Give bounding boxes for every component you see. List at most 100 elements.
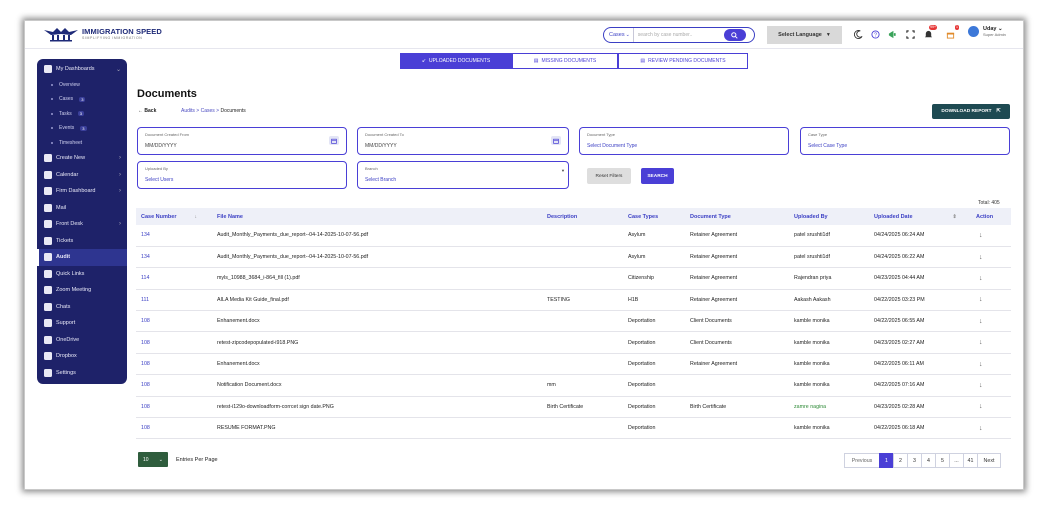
sort-desc-icon[interactable]: ↓	[194, 214, 197, 220]
page-button[interactable]: 4	[921, 453, 936, 468]
created-to-input[interactable]: MM/DD/YYYY	[365, 143, 397, 149]
col-file-name[interactable]: File Name	[212, 208, 542, 225]
download-icon[interactable]: ↓	[976, 232, 983, 239]
download-icon[interactable]: ↓	[976, 318, 983, 325]
sidebar-item-firm-dashboard[interactable]: Firm Dashboard ›	[37, 183, 127, 200]
cell-case-number[interactable]: 134	[136, 246, 212, 269]
download-icon[interactable]: ↓	[976, 425, 983, 432]
col-document-type[interactable]: Document Type	[685, 208, 789, 225]
table-row[interactable]: 108 retest-i129o-downloadform-corrcet sig…	[136, 396, 1011, 419]
cell-case-number[interactable]: 108	[136, 417, 212, 440]
notification-bell-icon[interactable]: 99+	[923, 25, 937, 39]
search-input[interactable]	[633, 32, 722, 38]
table-row[interactable]: 108 Enhanement.docx Deportation Retainer Ag…	[136, 353, 1011, 376]
page-button[interactable]: 1	[879, 453, 894, 468]
table-row[interactable]: 108 Enhanement.docx Deportation Client Docu…	[136, 310, 1011, 333]
next-page-button[interactable]: Next	[977, 453, 1001, 468]
created-to-filter[interactable]: Document Created To MM/DD/YYYY	[357, 127, 569, 155]
sidebar-item-my-dashboards[interactable]: My Dashboards ⌄	[37, 61, 127, 78]
download-icon[interactable]: ↓	[976, 275, 983, 282]
table-row[interactable]: 108 retest-zipcodepopulated-i918.PNG Depor…	[136, 331, 1011, 354]
megaphone-icon[interactable]	[887, 29, 897, 39]
download-icon[interactable]: ↓	[976, 254, 983, 261]
cell-case-number[interactable]: 114	[136, 267, 212, 290]
sidebar-item-audit[interactable]: Audit	[37, 249, 127, 266]
gift-icon[interactable]: 1	[945, 25, 959, 39]
help-icon[interactable]: ?	[870, 29, 880, 39]
search-button[interactable]	[723, 29, 746, 41]
breadcrumb-audits[interactable]: Audits	[181, 108, 195, 114]
branch-filter[interactable]: Branch Select Branch ▼	[357, 161, 569, 189]
download-icon[interactable]: ↓	[976, 296, 983, 303]
page-button[interactable]: 2	[893, 453, 908, 468]
table-row[interactable]: 108 Notification Document.docx mm Deportati…	[136, 374, 1011, 397]
sidebar-sub-tasks[interactable]: Tasks 3	[37, 107, 127, 122]
cell-case-number[interactable]: 108	[136, 331, 212, 354]
moon-icon[interactable]	[853, 29, 863, 39]
sidebar-sub-cases[interactable]: Cases 3	[37, 92, 127, 107]
tab-review-pending-documents[interactable]: ▤ REVIEW PENDING DOCUMENTS	[618, 53, 748, 69]
cell-case-number[interactable]: 108	[136, 310, 212, 333]
sidebar-item-front-desk[interactable]: Front Desk ›	[37, 216, 127, 233]
calendar-icon[interactable]	[329, 136, 339, 145]
sidebar-sub-timesheet[interactable]: Timesheet	[37, 136, 127, 151]
sidebar-item-quick-links[interactable]: Quick Links	[37, 266, 127, 283]
table-row[interactable]: 134 Audit_Monthly_Payments_due_report--04…	[136, 246, 1011, 269]
col-description[interactable]: Description	[542, 208, 623, 225]
col-uploaded-date[interactable]: Uploaded Date ⇕	[869, 208, 971, 225]
cell-case-number[interactable]: 108	[136, 374, 212, 397]
sidebar-item-tickets[interactable]: Tickets	[37, 233, 127, 250]
created-from-input[interactable]: MM/DD/YYYY	[145, 143, 177, 149]
sort-icon[interactable]: ⇕	[953, 214, 957, 220]
case-type-filter[interactable]: Case Type Select Case Type	[800, 127, 1010, 155]
tab-missing-documents[interactable]: ▤ MISSING DOCUMENTS	[512, 53, 618, 69]
per-page-select[interactable]: 10 ⌄	[138, 452, 168, 467]
sidebar-item-zoom-meeting[interactable]: Zoom Meeting	[37, 282, 127, 299]
sidebar-sub-overview[interactable]: Overview	[37, 78, 127, 93]
reset-filters-button[interactable]: Reset Filters	[587, 168, 631, 184]
cell-case-number[interactable]: 108	[136, 396, 212, 419]
document-type-select[interactable]: Select Document Type	[587, 143, 637, 149]
sidebar-item-mail[interactable]: Mail	[37, 200, 127, 217]
page-button[interactable]: 41	[963, 453, 978, 468]
page-button[interactable]: 5	[935, 453, 950, 468]
prev-page-button[interactable]: Previous	[844, 453, 880, 468]
brand-logo[interactable]: IMMIGRATION SPEED SIMPLIFYING IMMIGRATIO…	[43, 26, 162, 42]
col-case-types[interactable]: Case Types	[623, 208, 685, 225]
sidebar-item-onedrive[interactable]: OneDrive	[37, 332, 127, 349]
cell-case-number[interactable]: 111	[136, 289, 212, 312]
sidebar-item-create-new[interactable]: Create New ›	[37, 150, 127, 167]
branch-select[interactable]: Select Branch	[365, 177, 396, 183]
sidebar-item-calendar[interactable]: Calendar ›	[37, 167, 127, 184]
case-type-select[interactable]: Select Case Type	[808, 143, 847, 149]
cell-case-number[interactable]: 108	[136, 353, 212, 376]
download-icon[interactable]: ↓	[976, 403, 983, 410]
table-row[interactable]: 108 RESUME FORMAT.PNG Deportation kamble mo…	[136, 417, 1011, 440]
uploaded-by-select[interactable]: Select Users	[145, 177, 173, 183]
page-button[interactable]: 3	[907, 453, 922, 468]
tab-uploaded-documents[interactable]: ↙ UPLOADED DOCUMENTS	[400, 53, 512, 69]
sidebar-item-chats[interactable]: Chats	[37, 299, 127, 316]
download-icon[interactable]: ↓	[976, 382, 983, 389]
sidebar-item-settings[interactable]: Settings	[37, 365, 127, 382]
search-scope-select[interactable]: Cases ⌄	[604, 28, 634, 42]
table-row[interactable]: 134 Audit_Monthly_Payments_due_report--04…	[136, 225, 1011, 247]
calendar-icon[interactable]	[551, 136, 561, 145]
created-from-filter[interactable]: Document Created From MM/DD/YYYY	[137, 127, 347, 155]
uploaded-by-filter[interactable]: Uploaded By Select Users	[137, 161, 347, 189]
fullscreen-icon[interactable]	[905, 29, 915, 39]
back-button[interactable]: ← Back	[138, 108, 156, 114]
sidebar-sub-events[interactable]: Events 3	[37, 121, 127, 136]
cell-case-number[interactable]: 134	[136, 225, 212, 247]
download-icon[interactable]: ↓	[976, 339, 983, 346]
col-case-number[interactable]: Case Number ↓	[136, 208, 212, 225]
breadcrumb-cases[interactable]: Cases	[201, 108, 215, 114]
table-row[interactable]: 114 myls_10988_3684_i-864_fill (1).pdf Cit…	[136, 267, 1011, 290]
user-menu[interactable]: Uday ⌄ Super Admin	[968, 26, 1006, 37]
download-icon[interactable]: ↓	[976, 361, 983, 368]
table-row[interactable]: 111 AILA Media Kit Guide_final.pdf TESTING…	[136, 289, 1011, 312]
col-uploaded-by[interactable]: Uploaded By	[789, 208, 869, 225]
language-select[interactable]: Select Language ▼	[767, 26, 842, 44]
download-report-button[interactable]: DOWNLOAD REPORT ⇱	[932, 104, 1010, 119]
document-type-filter[interactable]: Document Type Select Document Type	[579, 127, 789, 155]
